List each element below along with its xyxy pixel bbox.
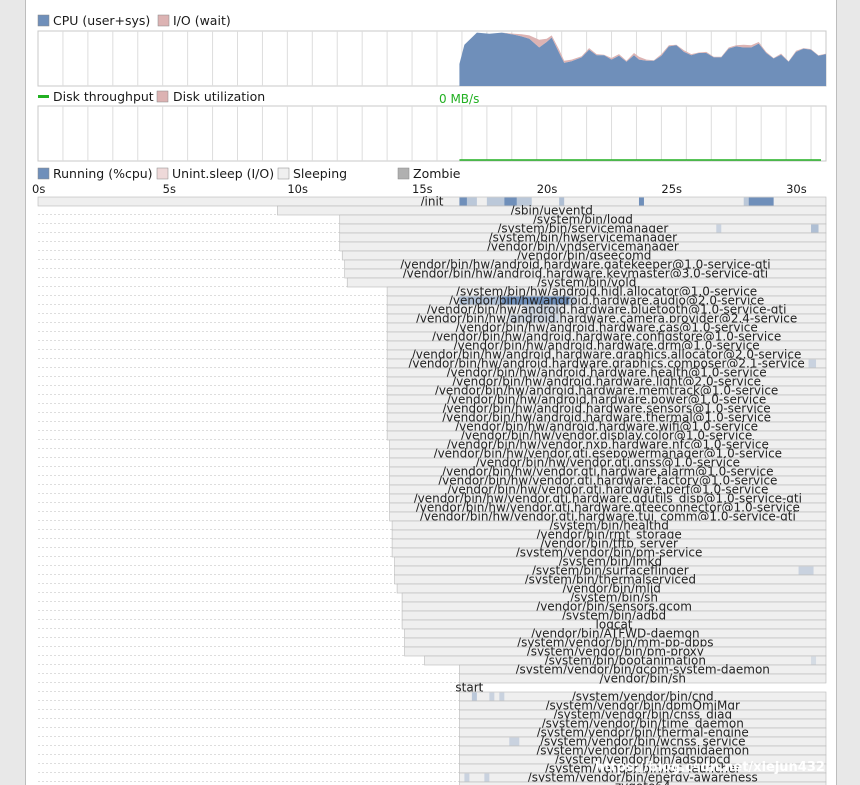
process-running-segment <box>509 737 520 746</box>
disk-chart-frame <box>37 105 827 162</box>
process-running-segment <box>808 359 817 368</box>
legend-label-cpu: CPU (user+sys) <box>53 13 150 28</box>
legend-label-sleeping: Sleeping <box>293 166 347 181</box>
x-tick-label: 10s <box>287 182 308 196</box>
process-running-segment <box>464 773 470 782</box>
legend-label-io: I/O (wait) <box>173 13 231 28</box>
process-running-segment <box>484 773 490 782</box>
legend-label-disk-util: Disk utilization <box>173 89 265 104</box>
legend-swatch-zombie <box>397 167 410 180</box>
process-running-segment <box>466 197 477 206</box>
legend-label-running: Running (%cpu) <box>53 166 153 181</box>
x-tick-label: 5s <box>163 182 176 196</box>
process-running-segment <box>811 656 817 665</box>
process-running-segment <box>486 197 505 206</box>
legend-swatch-io <box>157 14 170 27</box>
process-running-segment <box>459 197 467 206</box>
bootchart-canvas: CPU (user+sys) I/O (wait) Disk throughput D… <box>25 0 837 785</box>
process-running-segment <box>748 197 774 206</box>
process-running-segment <box>811 224 819 233</box>
legend-swatch-unint_sleep <box>156 167 169 180</box>
legend-swatch-disk-util <box>156 90 169 103</box>
watermark-text: https://blog.csdn.net/xiejun4321 <box>595 760 834 775</box>
x-tick-label: 25s <box>661 182 682 196</box>
x-tick-label: 0s <box>32 182 45 196</box>
x-tick-label: 30s <box>786 182 807 196</box>
process-running-segment <box>471 692 477 701</box>
legend-swatch-disk-throughput <box>38 95 49 98</box>
process-label: zygote64 <box>615 780 671 785</box>
process-running-segment <box>489 692 495 701</box>
process-running-segment <box>716 224 722 233</box>
legend-label-disk-throughput: Disk throughput <box>53 89 154 104</box>
process-label: /vendor/bin/sh <box>599 672 686 686</box>
legend-label-unint_sleep: Unint.sleep (I/O) <box>172 166 274 181</box>
legend-swatch-sleeping <box>277 167 290 180</box>
legend-swatch-cpu <box>37 14 50 27</box>
x-tick-label: 20s <box>537 182 558 196</box>
process-running-segment <box>638 197 644 206</box>
bootchart-svg: CPU (user+sys) I/O (wait) Disk throughput D… <box>32 13 834 785</box>
process-running-segment <box>798 566 814 575</box>
process-running-segment <box>743 197 749 206</box>
disk-max-label: 0 MB/s <box>439 92 479 106</box>
legend-label-zombie: Zombie <box>413 166 461 181</box>
process-running-segment <box>499 692 505 701</box>
legend-swatch-running <box>37 167 50 180</box>
